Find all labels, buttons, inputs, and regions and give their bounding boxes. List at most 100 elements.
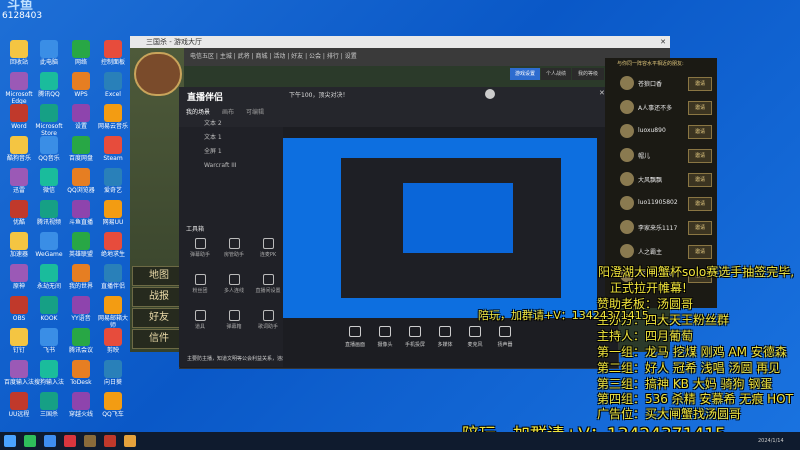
douyu-logo: 斗鱼 6128403	[2, 0, 42, 30]
game-topbar[interactable]: 电信五区 | 主城 | 武将 | 商城 | 活动 | 好友 | 公会 | 排行 …	[184, 48, 670, 66]
tool-icon	[228, 238, 240, 249]
app-icon	[72, 72, 90, 90]
tool-label: 弹幕助手	[189, 252, 210, 258]
player-row: A人事还不多 邀请	[618, 96, 716, 118]
start-icon[interactable]	[4, 435, 16, 447]
tool-button[interactable]: 道具	[184, 308, 216, 334]
tool-icon	[262, 310, 274, 321]
invite-button[interactable]: 邀请	[688, 173, 712, 187]
desktop-icon-label: WeGame	[35, 251, 63, 258]
app-icon	[40, 392, 58, 410]
tool-button[interactable]: 弹幕箱	[218, 308, 250, 334]
tool-label: 弹幕箱	[226, 324, 242, 330]
game-window-title: 三国杀 - 游戏大厅	[146, 38, 202, 46]
invite-button[interactable]: 邀请	[688, 125, 712, 139]
player-avatar	[620, 244, 634, 258]
invite-button[interactable]: 邀请	[688, 197, 712, 211]
clock: 2024/1/14	[758, 438, 784, 444]
bottom-control-button[interactable]: 直播画面	[340, 326, 370, 356]
app-icon	[104, 168, 122, 186]
bottom-control-button[interactable]: 手机投屏	[400, 326, 430, 356]
invite-button[interactable]: 邀请	[688, 101, 712, 115]
bottom-control-button[interactable]: 摄像头	[370, 326, 400, 356]
desktop-icon-label: QQ飞车	[102, 411, 124, 418]
tool-button[interactable]: 连麦PK	[252, 236, 284, 262]
tool-button[interactable]: 房管助手	[218, 236, 250, 262]
tab-game-settings[interactable]: 游戏设置	[510, 68, 540, 80]
tool-button[interactable]: 粉丝团	[184, 272, 216, 298]
bottom-control-button[interactable]: 多媒体	[430, 326, 460, 356]
tool-button[interactable]: 歌词助手	[252, 308, 284, 334]
app-icon	[104, 232, 122, 250]
app-icon	[10, 296, 28, 314]
invite-button[interactable]: 邀请	[688, 77, 712, 91]
desktop-icon[interactable]: UU远程	[4, 392, 34, 436]
app-icon	[72, 264, 90, 282]
control-icon	[409, 326, 421, 337]
desktop-icon[interactable]: QQ飞车	[98, 392, 128, 436]
tab-scenes[interactable]: 我的场景	[186, 107, 210, 116]
control-icon	[469, 326, 481, 337]
desktop-icon-label: 百度网盘	[68, 155, 93, 162]
invite-button[interactable]: 邀请	[688, 149, 712, 163]
stream-title[interactable]: 下午100，顶尖对决！	[289, 90, 348, 99]
app-icon	[72, 328, 90, 346]
close-icon[interactable]: ✕	[599, 89, 605, 97]
user-avatar[interactable]	[485, 89, 495, 99]
wechat-icon[interactable]	[24, 435, 36, 447]
tool-button[interactable]: 直播间设置	[252, 272, 284, 298]
edge-icon[interactable]	[44, 435, 56, 447]
app-icon	[104, 40, 122, 58]
tool-button[interactable]: 弹幕助手	[184, 236, 216, 262]
player-avatar	[620, 196, 634, 210]
control-label: 麦克风	[467, 342, 483, 348]
player-avatar[interactable]	[134, 52, 182, 96]
app-icon	[72, 168, 90, 186]
tool-icon	[262, 274, 274, 285]
desktop-icon-label: 三国杀	[39, 411, 58, 418]
game-icon[interactable]	[84, 435, 96, 447]
tool-icon	[262, 238, 274, 249]
douyu-icon[interactable]	[64, 435, 76, 447]
map-button[interactable]: 地图	[132, 266, 186, 286]
invite-button[interactable]: 邀请	[688, 245, 712, 259]
desktop-icon[interactable]: 三国杀	[34, 392, 64, 436]
player-row: luo11905802 邀请	[618, 192, 716, 214]
close-icon[interactable]: ✕	[660, 36, 666, 48]
game-topbar-text: 电信五区 | 主城 | 武将 | 商城 | 活动 | 好友 | 公会 | 排行 …	[190, 53, 357, 60]
desktop-icon[interactable]: 穿越火线	[66, 392, 96, 436]
friends-button[interactable]: 好友	[132, 308, 186, 328]
desktop-icon-label: 腾讯会议	[68, 347, 93, 354]
tab-editable[interactable]: 可编辑	[246, 107, 264, 116]
player-name: 苍狼口香	[638, 81, 663, 88]
layer-fullscreen[interactable]: 全屏 1	[186, 146, 282, 158]
player-avatar	[620, 76, 634, 90]
folder-icon[interactable]	[124, 435, 136, 447]
layer-text-1[interactable]: 文本 1	[186, 132, 282, 144]
player-name: 大风飘飘	[638, 177, 663, 184]
app-icon	[104, 200, 122, 218]
app-icon	[40, 264, 58, 282]
tool-button[interactable]: 多人连线	[218, 272, 250, 298]
layer-label: 文本 1	[204, 134, 222, 141]
tab-personal-record[interactable]: 个人战绩	[541, 68, 571, 80]
layer-text-2[interactable]: 文本 2	[186, 118, 282, 130]
desktop-icon-label: 此电脑	[39, 59, 58, 66]
mail-button[interactable]: 信件	[132, 329, 186, 349]
battle-report-button[interactable]: 战报	[132, 287, 186, 307]
tab-canvas[interactable]: 画布	[222, 107, 234, 116]
player-avatar	[620, 124, 634, 138]
app-icon	[10, 200, 28, 218]
game-window-titlebar[interactable]: 三国杀 - 游戏大厅 ✕	[130, 36, 670, 48]
player-avatar	[620, 220, 634, 234]
bottom-control-button[interactable]: 扬声器	[490, 326, 520, 356]
control-icon	[499, 326, 511, 337]
tool-icon	[194, 238, 206, 249]
bottom-control-button[interactable]: 麦克风	[460, 326, 490, 356]
invite-button[interactable]: 邀请	[688, 221, 712, 235]
layer-warcraft[interactable]: Warcraft III	[186, 160, 282, 172]
stream-app-icon[interactable]	[104, 435, 116, 447]
app-icon	[40, 40, 58, 58]
tab-my-level[interactable]: 我的等级	[572, 68, 604, 80]
stream-preview[interactable]	[283, 138, 597, 318]
